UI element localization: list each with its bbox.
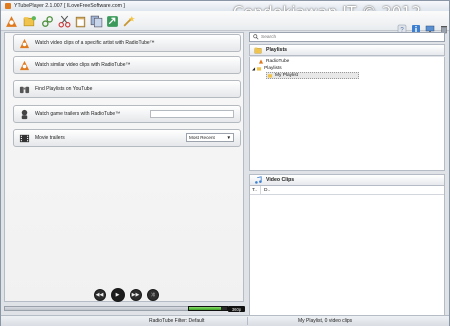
status-filter: RadioTube Filter: Default [149, 318, 205, 324]
search-placeholder: Search [261, 34, 277, 40]
radiotube-icon [258, 59, 264, 64]
watch-similar-label: Watch similar video clips with RadioTube… [35, 62, 131, 68]
tree-item-my-playlist[interactable]: My Playlist [266, 72, 359, 79]
wand-icon[interactable] [121, 14, 135, 28]
right-panel: Search Playlists RadioTube ◢ Playlists M… [249, 32, 445, 326]
watch-game-trailers-row: Watch game trailers with RadioTube™ [13, 105, 241, 123]
app-window: YTubePlayer 2.1.007 [ ILoveFreeSoftware.… [0, 0, 450, 326]
watch-artist-button[interactable]: Watch video clips of a specific artist w… [13, 34, 241, 52]
quality-badge[interactable]: 360p [228, 306, 245, 312]
next-icon: ▶▶ [131, 292, 140, 298]
volume-slider[interactable] [188, 306, 228, 311]
tree-item-radiotube[interactable]: RadioTube [258, 59, 289, 64]
folder-add-icon[interactable] [22, 14, 36, 28]
app-icon [5, 3, 11, 9]
next-button[interactable]: ▶▶ [129, 289, 142, 301]
playlists-header-label: Playlists [266, 47, 288, 53]
window-title: YTubePlayer 2.1.007 [ ILoveFreeSoftware.… [14, 3, 125, 9]
status-playlist: My Playlist, 0 video clips [298, 318, 353, 324]
game-trailers-input[interactable] [150, 110, 234, 118]
folder-icon [267, 74, 273, 78]
radiotube-icon [18, 37, 30, 49]
playlists-header: Playlists [249, 44, 445, 56]
tree-item-label: My Playlist [275, 73, 298, 78]
search-icon [253, 34, 259, 40]
gamer-icon [18, 108, 30, 120]
link-icon[interactable] [40, 14, 54, 28]
shuffle-icon: ⤨ [150, 292, 155, 298]
play-button[interactable]: ▶ [110, 288, 125, 302]
tree-item-label: Playlists [264, 66, 282, 71]
video-clips-header-label: Video Clips [266, 177, 295, 183]
find-playlists-label: Find Playlists on YouTube [35, 86, 93, 92]
shuffle-button[interactable]: ⤨ [146, 289, 159, 301]
music-note-icon [255, 176, 262, 184]
copy-icon[interactable] [89, 14, 103, 28]
column-header-title[interactable]: T.. [250, 186, 261, 194]
video-clips-list: T.. D.. [249, 186, 445, 326]
watch-artist-label: Watch video clips of a specific artist w… [35, 40, 155, 46]
scissors-icon[interactable] [57, 14, 71, 28]
toolbar: ? [1, 11, 449, 34]
actions-panel: Watch video clips of a specific artist w… [4, 32, 244, 302]
find-playlists-button[interactable]: Find Playlists on YouTube [13, 80, 241, 98]
binoculars-icon [18, 83, 30, 95]
column-header-duration[interactable]: D.. [261, 188, 270, 193]
movie-trailers-select[interactable]: Most Recent ▼ [186, 133, 234, 142]
radiotube-icon [18, 59, 30, 71]
movie-trailers-select-value: Most Recent [189, 135, 215, 140]
share-icon[interactable] [105, 14, 119, 28]
folder-icon [256, 67, 262, 71]
tree-item-playlists[interactable]: ◢ Playlists [252, 66, 282, 71]
previous-button[interactable]: ◀◀ [93, 289, 106, 301]
film-icon [18, 132, 30, 144]
player-controls: ◀◀ ▶ ▶▶ ⤨ [81, 288, 171, 302]
movie-trailers-row: Movie trailers Most Recent ▼ [13, 129, 241, 147]
folder-icon [254, 47, 262, 54]
expand-arrow-icon[interactable]: ◢ [252, 66, 255, 71]
play-icon: ▶ [115, 292, 120, 298]
search-field[interactable]: Search [249, 32, 445, 42]
watch-similar-button[interactable]: Watch similar video clips with RadioTube… [13, 56, 241, 74]
chevron-down-icon: ▼ [226, 135, 231, 140]
tree-item-label: RadioTube [266, 59, 290, 64]
status-divider [247, 317, 248, 325]
previous-icon: ◀◀ [95, 292, 104, 298]
playlists-tree: RadioTube ◢ Playlists My Playlist [249, 57, 445, 171]
radiotube-icon[interactable] [4, 14, 18, 28]
watch-game-trailers-label: Watch game trailers with RadioTube™ [35, 111, 121, 117]
movie-trailers-label: Movie trailers [35, 135, 65, 141]
clipboard-icon[interactable] [73, 14, 87, 28]
status-bar: RadioTube Filter: Default My Playlist, 0… [1, 315, 449, 326]
volume-slider-fill [189, 307, 222, 310]
video-clips-header: Video Clips [249, 174, 445, 186]
video-clips-columns: T.. D.. [250, 186, 444, 195]
